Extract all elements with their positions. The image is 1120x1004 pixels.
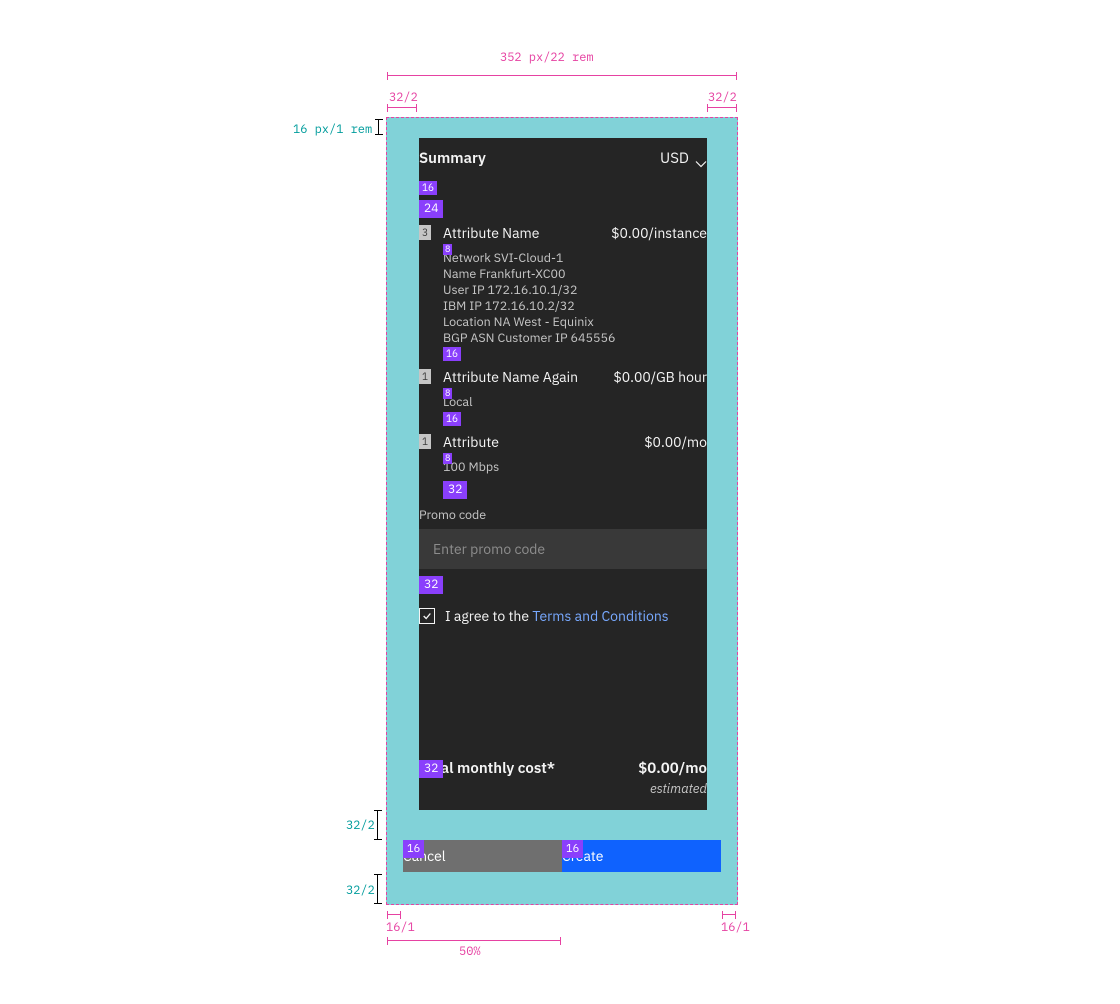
attribute-name: Attribute Name <box>443 224 539 242</box>
spacing-tag-8: 8 <box>443 388 452 399</box>
height-annotation: 16 px/1 rem <box>293 122 372 137</box>
agreement-row: I agree to the Terms and Conditions <box>419 607 707 625</box>
attribute-name: Attribute Name Again <box>443 368 578 386</box>
attribute-price: $0.00/GB hour <box>613 368 707 386</box>
spacing-tag-32: 32 <box>443 481 467 499</box>
margin-bottom-b-annotation: 32/2 <box>346 883 375 898</box>
detail-line: IBM IP 172.16.10.2/32 <box>443 298 707 314</box>
attribute-price: $0.00/instance <box>611 224 707 242</box>
detail-line: Network SVI-Cloud-1 <box>443 250 707 266</box>
terms-link[interactable]: Terms and Conditions <box>532 607 668 625</box>
spacing-tag-16: 16 <box>419 181 437 195</box>
index-tag: 1 <box>419 434 431 449</box>
detail-line: User IP 172.16.10.1/32 <box>443 282 707 298</box>
margin-bottom-a-annotation: 32/2 <box>346 818 375 833</box>
pad-top-left-bar <box>387 107 417 108</box>
promo-label: Promo code <box>419 507 707 523</box>
currency-selector[interactable]: USD <box>660 149 707 168</box>
panel-header: Summary USD <box>419 138 707 178</box>
spacing-tag-8: 8 <box>443 244 452 255</box>
margin-bottom-b-bar <box>377 874 378 904</box>
index-tag: 3 <box>419 225 431 240</box>
agree-text: I agree to the Terms and Conditions <box>445 607 669 625</box>
spacing-tag-16: 16 <box>562 840 583 858</box>
create-button[interactable]: 16 Create <box>562 840 721 872</box>
attribute-name: Attribute <box>443 433 499 451</box>
panel-title: Summary <box>419 149 486 168</box>
currency-label: USD <box>660 149 689 168</box>
promo-section: Promo code <box>419 507 707 569</box>
spacing-tag-32: 32 <box>419 576 443 594</box>
pad-bottom-left-bar <box>387 914 401 915</box>
pad-top-right-annotation: 32/2 <box>708 90 737 105</box>
spacing-tag-24: 24 <box>419 200 443 218</box>
total-price: $0.00/mo <box>638 759 707 778</box>
spacing-tag-16: 16 <box>403 840 424 858</box>
total-subtext: estimated <box>419 780 707 797</box>
detail-line: Name Frankfurt-XC00 <box>443 266 707 282</box>
width-annotation: 352 px/22 rem <box>500 50 594 65</box>
attribute-details: 100 Mbps <box>443 459 707 475</box>
cancel-button[interactable]: 16 Cancel <box>403 840 562 872</box>
pad-bottom-right-annotation: 16/1 <box>721 920 750 935</box>
agree-checkbox[interactable] <box>419 608 435 624</box>
agree-prefix: I agree to the <box>445 607 532 625</box>
height-measure-bar <box>378 119 379 135</box>
total-section: Total monthly cost* $0.00/mo estimated <box>419 746 707 810</box>
attribute-details: Local <box>443 394 707 410</box>
attribute-group-1: Attribute Name $0.00/instance 8 Network … <box>419 224 707 346</box>
chevron-down-icon <box>695 154 707 162</box>
detail-line: 100 Mbps <box>443 459 707 475</box>
detail-line: Location NA West - Equinix <box>443 314 707 330</box>
width-50-bar <box>387 940 561 941</box>
spacing-tag-16: 16 <box>443 412 461 426</box>
margin-bottom-a-bar <box>377 810 378 840</box>
pad-bottom-left-annotation: 16/1 <box>386 920 415 935</box>
spacing-tag-8: 8 <box>443 453 452 464</box>
spec-container: Summary USD 16 24 3 Attribute Name $0.00… <box>386 117 738 905</box>
width-50-annotation: 50% <box>459 944 481 959</box>
spacing-tag-16: 16 <box>443 347 461 361</box>
button-row: 16 Cancel 16 Create <box>403 840 721 872</box>
pad-top-left-annotation: 32/2 <box>389 90 418 105</box>
width-measure-bar <box>387 75 737 76</box>
attribute-price: $0.00/mo <box>644 433 707 451</box>
spacing-tag-32: 32 <box>419 760 443 778</box>
pad-bottom-right-bar <box>722 914 736 915</box>
attribute-group-3: Attribute $0.00/mo 8 100 Mbps <box>419 433 707 475</box>
promo-input[interactable] <box>419 529 707 569</box>
detail-line: BGP ASN Customer IP 645556 <box>443 330 707 346</box>
attribute-group-2: Attribute Name Again $0.00/GB hour 8 Loc… <box>419 368 707 410</box>
detail-line: Local <box>443 394 707 410</box>
pad-top-right-bar <box>707 107 737 108</box>
index-tag: 1 <box>419 369 431 384</box>
summary-panel: Summary USD 16 24 3 Attribute Name $0.00… <box>419 138 707 810</box>
attribute-details: Network SVI-Cloud-1 Name Frankfurt-XC00 … <box>443 250 707 346</box>
